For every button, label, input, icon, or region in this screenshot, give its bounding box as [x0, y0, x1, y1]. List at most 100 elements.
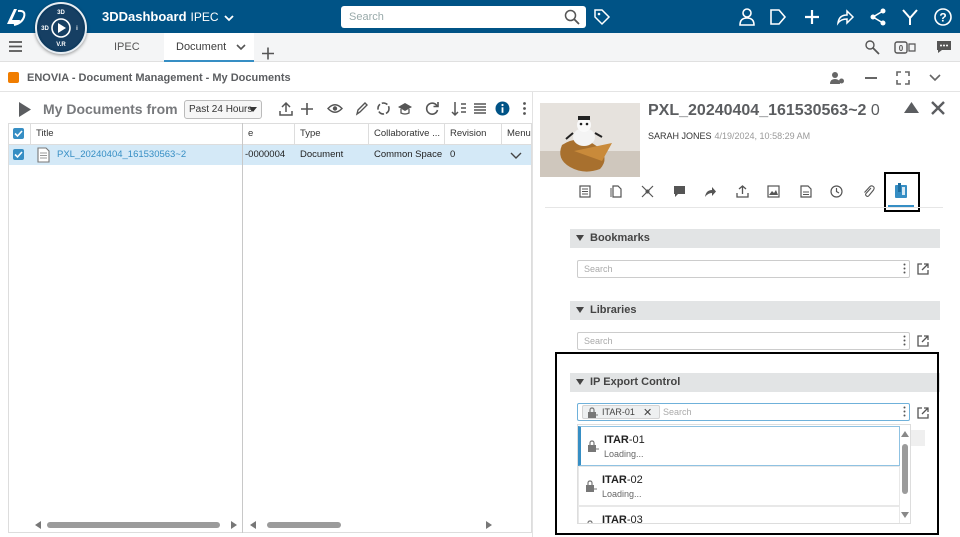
column-header-revision[interactable]: Revision	[445, 124, 502, 145]
enovia-app-icon	[8, 72, 19, 83]
document-thumbnail[interactable]	[540, 103, 640, 177]
libraries-section-header[interactable]: Libraries	[570, 301, 940, 320]
check-icon	[14, 130, 23, 138]
tab-document[interactable]: Document	[164, 33, 254, 62]
open-external-icon[interactable]	[917, 335, 929, 347]
history-icon[interactable]	[830, 185, 843, 198]
libraries-search-input[interactable]: Search	[577, 332, 910, 350]
compass-top-label: 3D	[57, 10, 65, 16]
select-all-cell	[9, 124, 31, 145]
share-icon[interactable]	[704, 185, 717, 198]
scroll-right-icon[interactable]	[486, 521, 492, 529]
info-icon[interactable]	[495, 101, 510, 116]
add-icon[interactable]	[802, 7, 822, 27]
list-view-icon[interactable]	[473, 101, 487, 116]
expand-triangle-icon	[576, 307, 584, 313]
chevron-down-icon[interactable]	[510, 152, 522, 159]
column-header-name[interactable]: e	[243, 124, 295, 145]
document-owner-line: SARAH JONES 4/19/2024, 10:58:29 AM	[648, 131, 810, 141]
more-icon[interactable]	[903, 263, 906, 274]
document-title-text: PXL_20240404_161530563~2	[648, 102, 867, 119]
frozen-column-divider[interactable]	[242, 123, 243, 533]
bookmarks-section-header[interactable]: Bookmarks	[570, 229, 940, 248]
collapse-header-icon[interactable]	[904, 102, 919, 113]
column-header-type[interactable]: Type	[295, 124, 369, 145]
select-all-checkbox[interactable]	[13, 128, 24, 139]
chevron-down-icon	[224, 14, 234, 21]
row-checkbox[interactable]	[13, 149, 24, 160]
user-icon[interactable]	[737, 7, 757, 27]
row-title-link[interactable]: PXL_20240404_161530563~2	[52, 145, 242, 165]
close-icon[interactable]	[931, 101, 945, 115]
column-header-menu[interactable]: Menu	[502, 124, 531, 145]
scroll-right-icon[interactable]	[231, 521, 237, 529]
tab-bar: IPEC Document 0	[0, 33, 960, 62]
eye-icon[interactable]	[327, 101, 343, 116]
chevron-down-icon[interactable]	[236, 44, 246, 51]
bookmarks-search-input[interactable]: Search	[577, 260, 910, 278]
column-header-title[interactable]: Title	[31, 124, 243, 145]
forward-icon[interactable]	[835, 7, 855, 27]
files-icon[interactable]	[610, 185, 622, 198]
search-placeholder: Search	[349, 11, 384, 23]
brand[interactable]: 3DDashboard IPEC	[102, 9, 234, 24]
search-input[interactable]: Search	[341, 6, 586, 28]
refresh-icon[interactable]	[425, 101, 440, 116]
sort-icon[interactable]	[451, 101, 467, 117]
edit-icon[interactable]	[355, 101, 369, 116]
horizontal-scrollbar[interactable]	[267, 522, 341, 528]
chat-icon[interactable]	[936, 40, 952, 54]
notifications-icon[interactable]: 0	[894, 41, 916, 54]
tools-icon[interactable]	[900, 7, 920, 27]
horizontal-scrollbar[interactable]	[47, 522, 220, 528]
maturity-icon[interactable]	[397, 101, 413, 116]
document-icon	[37, 147, 50, 163]
attachment-icon[interactable]	[862, 185, 875, 198]
more-icon[interactable]	[903, 335, 906, 346]
highlight-box	[555, 352, 939, 535]
tab-ipec[interactable]: IPEC	[114, 33, 140, 62]
network-icon[interactable]	[868, 7, 888, 27]
image-icon[interactable]	[767, 185, 780, 198]
row-type: Document	[300, 149, 344, 160]
dassault-logo-icon[interactable]	[4, 6, 28, 28]
document-icon[interactable]	[800, 185, 812, 198]
minimize-icon[interactable]	[865, 77, 877, 80]
help-icon[interactable]: ?	[933, 7, 953, 27]
more-icon[interactable]	[522, 101, 527, 116]
user-settings-icon[interactable]	[829, 71, 845, 85]
relations-icon[interactable]	[641, 185, 654, 198]
tag-icon[interactable]	[593, 8, 611, 26]
people-search-icon[interactable]	[864, 40, 881, 55]
play-icon[interactable]	[18, 101, 32, 118]
compass-bottom-label: V.R	[56, 42, 66, 48]
check-icon	[14, 151, 23, 159]
caret-down-icon	[249, 107, 257, 112]
upload-icon[interactable]	[279, 101, 293, 116]
tab-document-label: Document	[176, 41, 227, 53]
chevron-down-icon[interactable]	[929, 74, 941, 82]
owner-name: SARAH JONES	[648, 131, 712, 141]
compass-icon[interactable]: 3D 3D V.R i	[35, 2, 87, 54]
period-select[interactable]: Past 24 Hours	[184, 100, 262, 119]
export-icon[interactable]	[736, 185, 749, 198]
libraries-search-placeholder: Search	[584, 336, 613, 346]
column-header-collaborative[interactable]: Collaborative ...	[369, 124, 445, 145]
row-name: -0000004	[245, 149, 286, 160]
comments-icon[interactable]	[673, 185, 686, 198]
scroll-left-icon[interactable]	[250, 521, 256, 529]
search-icon[interactable]	[564, 9, 580, 25]
add-icon[interactable]	[300, 101, 314, 116]
menu-icon[interactable]	[9, 41, 22, 52]
properties-icon[interactable]	[579, 185, 591, 198]
fullscreen-icon[interactable]	[896, 71, 910, 85]
table-row[interactable]: PXL_20240404_161530563~2 -0000004 Docume…	[9, 145, 531, 165]
tenant-label: IPEC	[190, 10, 219, 24]
period-value: Past 24 Hours	[189, 104, 253, 115]
divider	[545, 207, 943, 208]
share-tag-icon[interactable]	[768, 7, 788, 27]
open-external-icon[interactable]	[917, 263, 929, 275]
scroll-left-icon[interactable]	[35, 521, 41, 529]
app-title: ENOVIA - Document Management - My Docume…	[27, 72, 291, 84]
lifecycle-icon[interactable]	[376, 101, 391, 116]
